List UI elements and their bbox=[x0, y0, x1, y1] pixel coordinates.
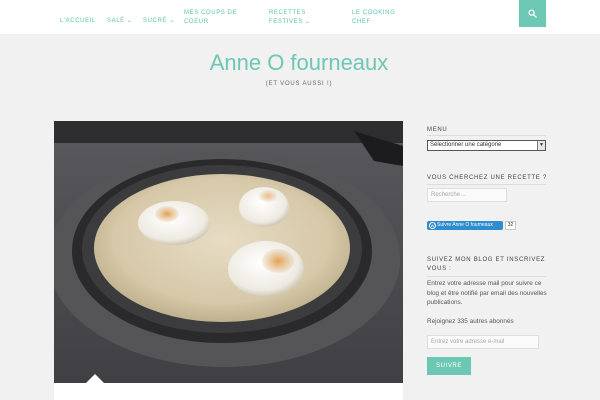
wordpress-icon: W bbox=[429, 222, 436, 229]
nav-item-cooking-chef[interactable]: Le cooking chef bbox=[352, 9, 395, 27]
nav-item-recettes-festives[interactable]: Recettes festives ⌄ bbox=[269, 9, 310, 27]
nav-label: Mes coups de bbox=[184, 10, 238, 16]
dropdown-arrow-icon: ▼ bbox=[537, 141, 545, 150]
widget-title-line: vous : bbox=[427, 266, 452, 272]
site-title[interactable]: Anne O fourneaux bbox=[0, 50, 598, 76]
soup-photo bbox=[54, 121, 403, 383]
featured-post-image[interactable] bbox=[54, 121, 403, 383]
follow-blog-button[interactable]: W Suivre Anne O fourneaux bbox=[427, 221, 503, 230]
category-select-value: Sélectionner une catégorie bbox=[430, 142, 502, 148]
subscriber-count-text: Rejoignez 335 autres abonnés bbox=[427, 318, 514, 325]
top-navigation: L'accueil Salé ⌄ Sucré ⌄ Mes coups de coeu… bbox=[0, 0, 600, 34]
post-card-footer bbox=[54, 383, 403, 400]
nav-label: Sucré bbox=[143, 18, 168, 24]
category-select[interactable]: Sélectionner une catégorie ▼ bbox=[427, 140, 546, 151]
nav-label: L'accueil bbox=[60, 18, 96, 24]
search-button[interactable] bbox=[519, 0, 546, 27]
email-field[interactable]: Entrez votre adresse e-mail bbox=[427, 335, 539, 349]
widget-title-menu: Menu bbox=[427, 127, 448, 133]
nav-label: chef bbox=[352, 19, 371, 25]
nav-label: coeur bbox=[184, 19, 209, 25]
nav-item-sucre[interactable]: Sucré ⌄ bbox=[143, 17, 175, 26]
subscribe-description: Entrez votre adresse mail pour suivre ce… bbox=[427, 280, 547, 306]
nav-label: Recettes bbox=[269, 10, 306, 16]
widget-divider bbox=[427, 135, 546, 136]
chevron-down-icon: ⌄ bbox=[304, 19, 311, 25]
post-card-notch bbox=[86, 374, 104, 383]
search-input[interactable]: Recherche… bbox=[427, 188, 507, 202]
search-icon bbox=[528, 9, 537, 18]
chevron-down-icon: ⌄ bbox=[126, 18, 133, 24]
subscribe-button[interactable]: Suivre bbox=[427, 357, 471, 375]
nav-label: festives bbox=[269, 19, 303, 25]
nav-label: Le cooking bbox=[352, 10, 396, 16]
nav-item-coups-de-coeur[interactable]: Mes coups de coeur bbox=[184, 9, 237, 27]
widget-title-subscribe: Suivez mon blog et inscrivez vous : bbox=[427, 256, 545, 274]
follower-count-badge: 32 bbox=[505, 221, 516, 230]
follow-label: Suivre Anne O fourneaux bbox=[437, 222, 493, 228]
widget-divider bbox=[427, 184, 546, 185]
widget-title-search: Vous cherchez une recette ? bbox=[427, 175, 547, 181]
site-tagline: (et vous aussi !) bbox=[265, 81, 333, 87]
nav-label: Salé bbox=[107, 18, 125, 24]
widget-divider bbox=[427, 276, 546, 277]
chevron-down-icon: ⌄ bbox=[169, 18, 175, 24]
nav-item-accueil[interactable]: L'accueil bbox=[60, 17, 96, 26]
widget-title-line: Suivez mon blog et inscrivez bbox=[427, 257, 546, 263]
nav-item-sale[interactable]: Salé ⌄ bbox=[107, 17, 132, 26]
